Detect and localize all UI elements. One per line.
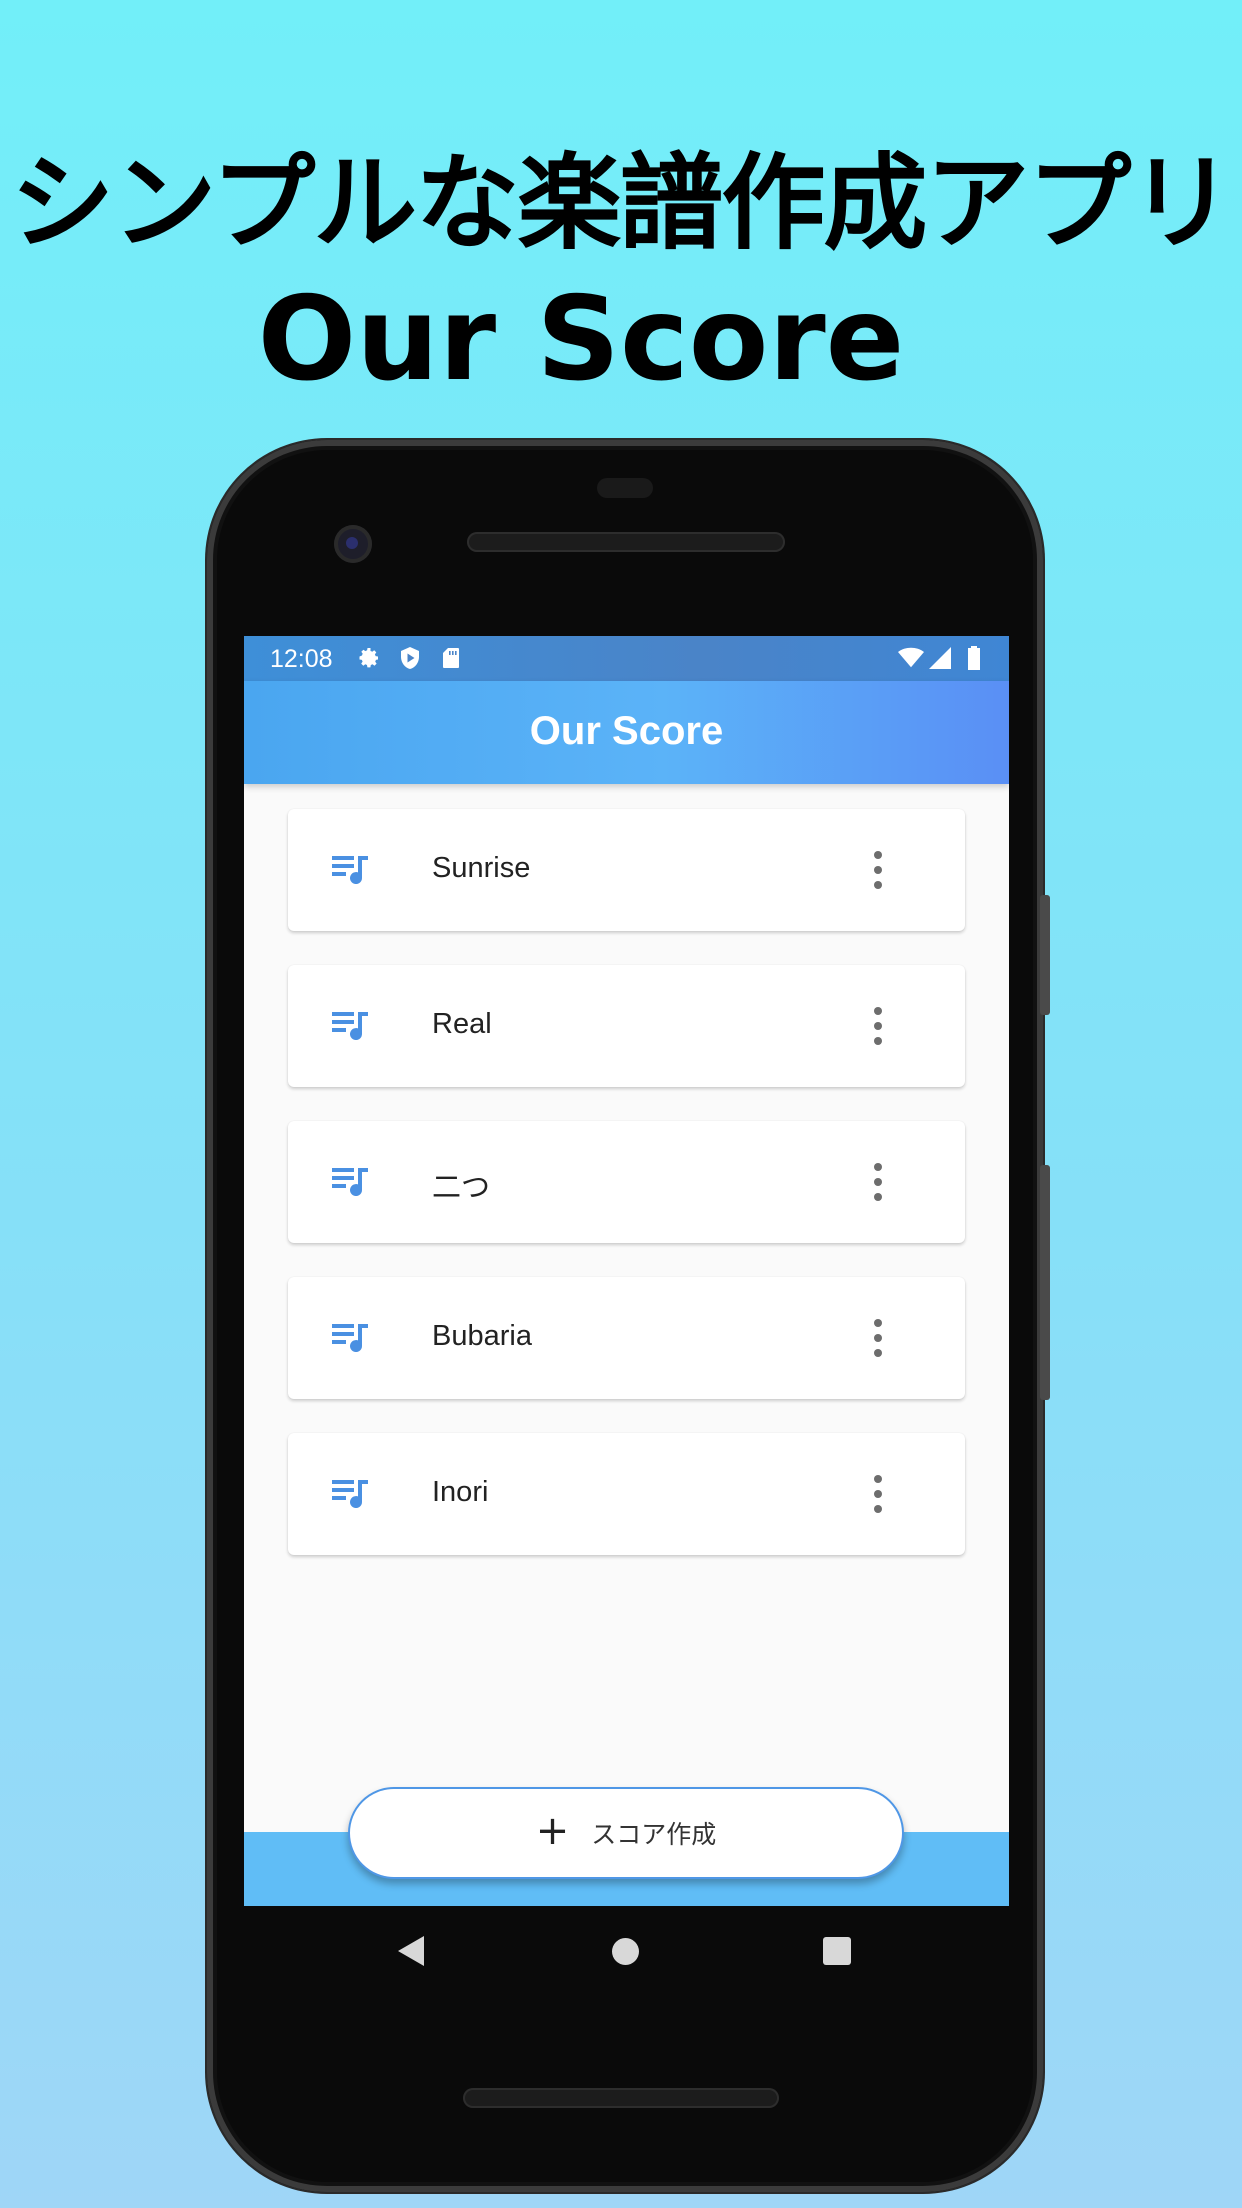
playlist-music-icon (332, 1480, 368, 1509)
back-icon[interactable] (398, 1936, 424, 1966)
score-title: Inori (432, 1476, 489, 1508)
playlist-music-icon (332, 1324, 368, 1353)
score-title: Bubaria (432, 1320, 532, 1352)
app-bar: Our Score (244, 681, 1009, 784)
score-title: Sunrise (432, 852, 531, 884)
sd-card-icon (438, 645, 464, 671)
playlist-music-icon (332, 856, 368, 885)
more-vert-icon[interactable] (868, 1003, 888, 1049)
score-title: Real (432, 1008, 492, 1040)
more-vert-icon[interactable] (868, 847, 888, 893)
playlist-music-icon (332, 1168, 368, 1197)
home-icon[interactable] (612, 1938, 639, 1965)
status-bar: 12:08 (244, 636, 1009, 681)
battery-icon (961, 645, 987, 671)
earpiece-speaker (467, 532, 785, 552)
more-vert-icon[interactable] (868, 1471, 888, 1517)
app-screen: 12:08 Our Score Sunrise Real 二つ Bubaria … (244, 636, 1009, 1906)
gear-icon (356, 645, 382, 671)
bottom-speaker (463, 2088, 779, 2108)
create-score-button[interactable]: + スコア作成 (348, 1787, 904, 1879)
score-list-item[interactable]: Real (288, 965, 965, 1087)
shield-play-icon (397, 645, 423, 671)
promo-headline-jp: シンプルな楽譜作成アプリ (10, 142, 1234, 264)
score-list-item[interactable]: Inori (288, 1433, 965, 1555)
score-list-item[interactable]: 二つ (288, 1121, 965, 1243)
front-camera-icon (334, 525, 372, 563)
page-title: Our Score (529, 709, 724, 753)
volume-button (1040, 1165, 1050, 1400)
wifi-icon (898, 645, 924, 671)
score-list-item[interactable]: Bubaria (288, 1277, 965, 1399)
plus-icon: + (535, 1808, 570, 1854)
more-vert-icon[interactable] (868, 1315, 888, 1361)
status-time: 12:08 (270, 645, 333, 673)
score-list-item[interactable]: Sunrise (288, 809, 965, 931)
recents-icon[interactable] (823, 1937, 851, 1965)
promo-headline-en: Our Score (257, 272, 905, 407)
cell-signal-icon (927, 645, 953, 671)
power-button (1040, 895, 1050, 1015)
playlist-music-icon (332, 1012, 368, 1041)
score-title: 二つ (432, 1172, 491, 1204)
create-score-label: スコア作成 (591, 1820, 717, 1849)
proximity-sensor (597, 478, 653, 498)
more-vert-icon[interactable] (868, 1159, 888, 1205)
